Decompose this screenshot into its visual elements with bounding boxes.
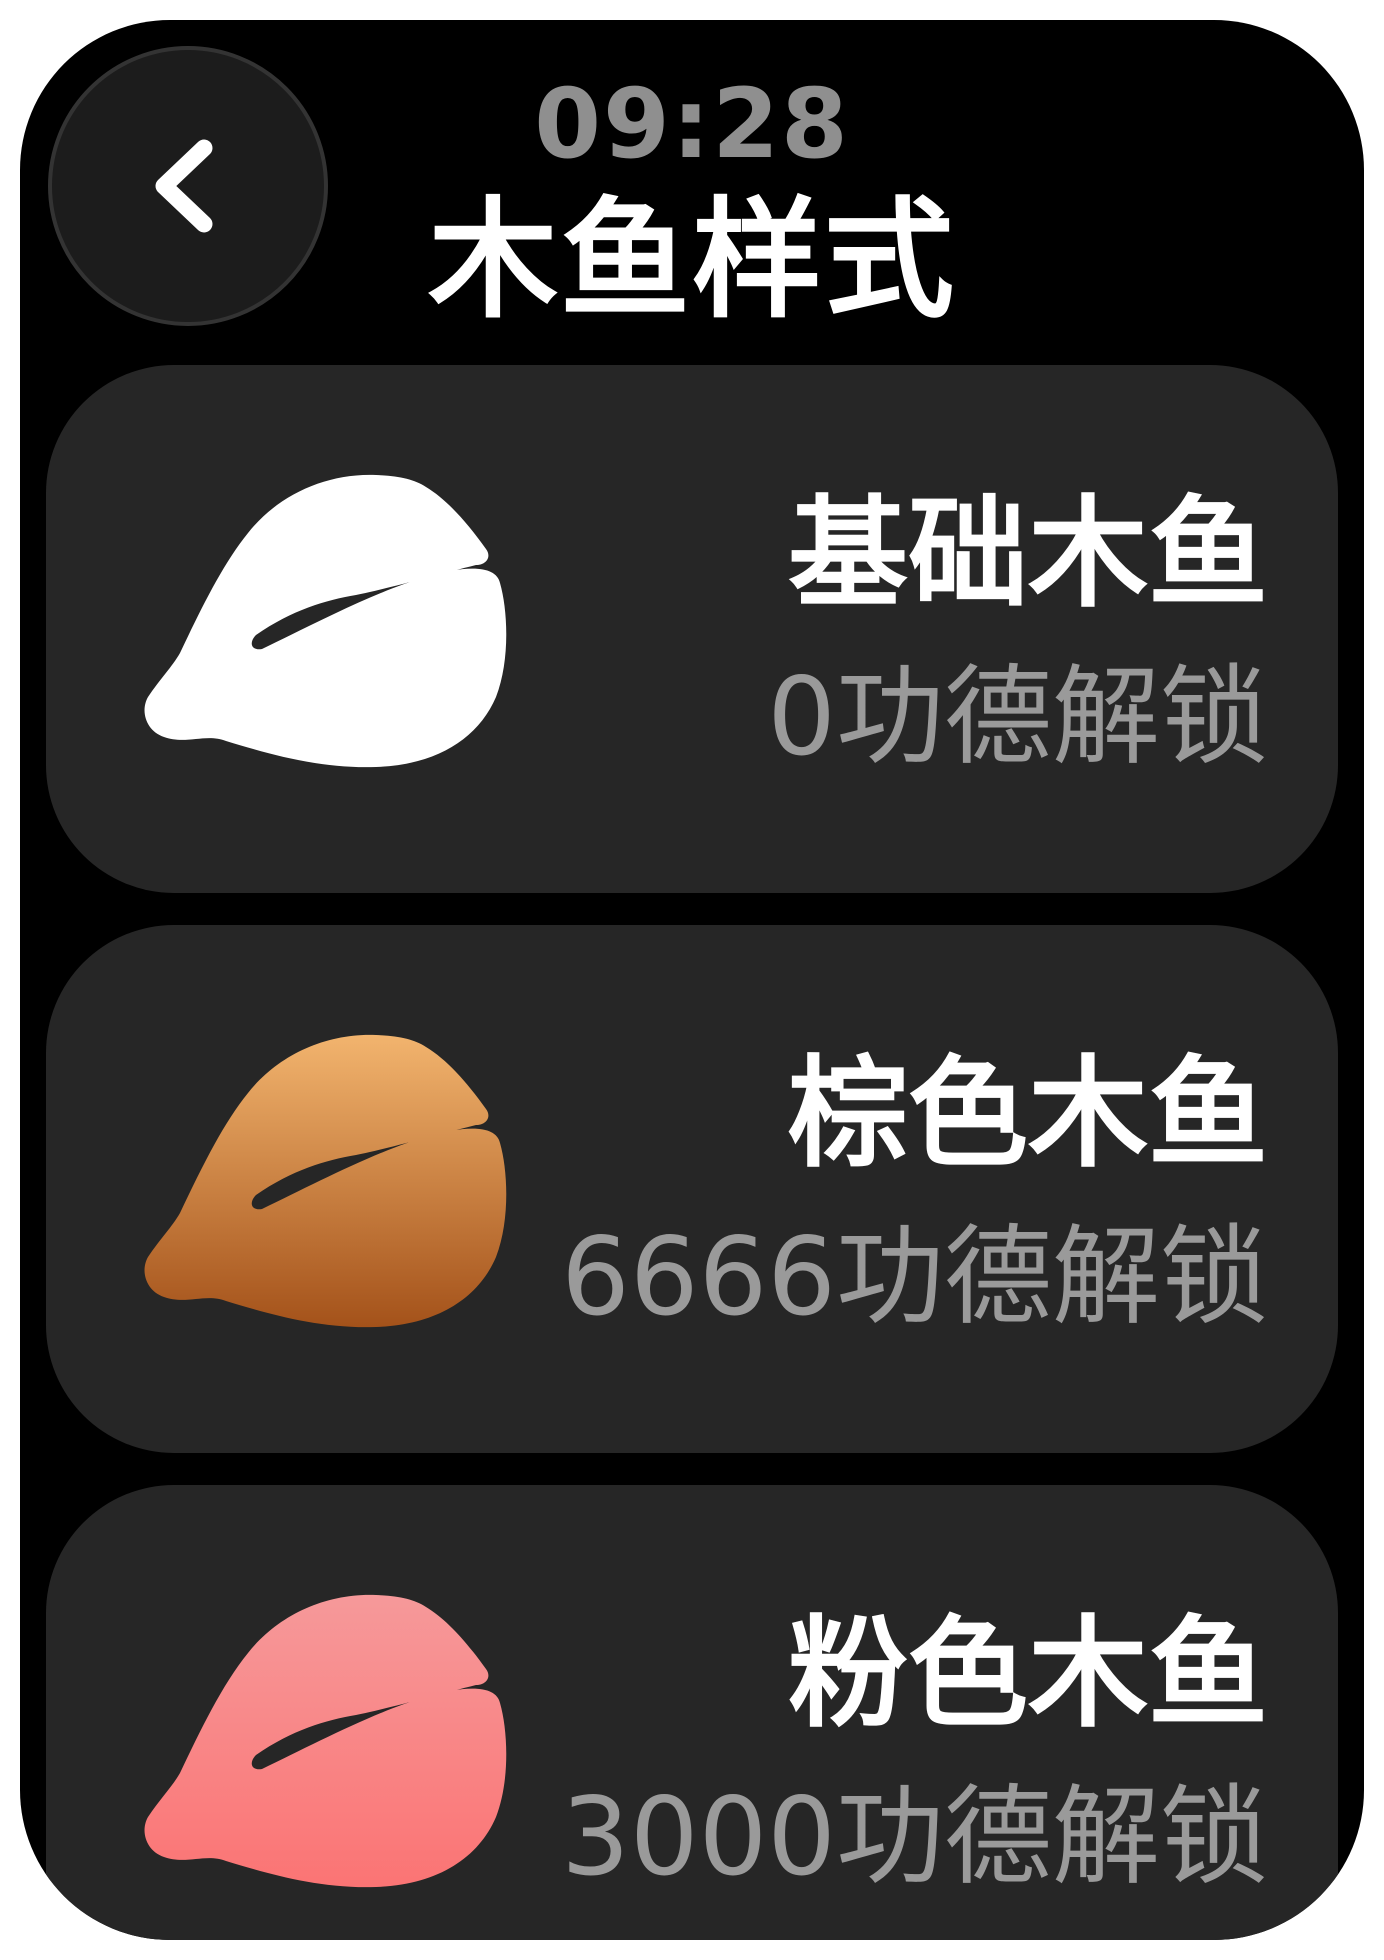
style-name: 棕色木鱼 bbox=[788, 1045, 1268, 1184]
wooden-fish-icon bbox=[136, 1025, 516, 1353]
unlock-cost: 0功德解锁 bbox=[767, 655, 1268, 780]
style-list: 基础木鱼 0功德解锁 棕色木鱼 6666功德解锁 粉色木鱼 3000功德解锁 bbox=[46, 365, 1338, 1940]
unlock-cost: 6666功德解锁 bbox=[561, 1215, 1268, 1340]
style-card-pink[interactable]: 粉色木鱼 3000功德解锁 bbox=[46, 1485, 1338, 1940]
page-title: 木鱼样式 bbox=[427, 184, 956, 336]
style-card-brown[interactable]: 棕色木鱼 6666功德解锁 bbox=[46, 925, 1338, 1453]
style-card-basic[interactable]: 基础木鱼 0功德解锁 bbox=[46, 365, 1338, 893]
style-name: 基础木鱼 bbox=[788, 485, 1268, 624]
status-time: 09:28 bbox=[534, 68, 850, 180]
style-name: 粉色木鱼 bbox=[788, 1605, 1268, 1744]
wooden-fish-icon bbox=[136, 465, 516, 793]
watch-screen: 09:28 木鱼样式 基础木鱼 0功德解锁 棕色木鱼 6666功德解锁 粉色木鱼… bbox=[20, 20, 1364, 1940]
wooden-fish-icon bbox=[136, 1585, 516, 1913]
unlock-cost: 3000功德解锁 bbox=[561, 1775, 1268, 1900]
